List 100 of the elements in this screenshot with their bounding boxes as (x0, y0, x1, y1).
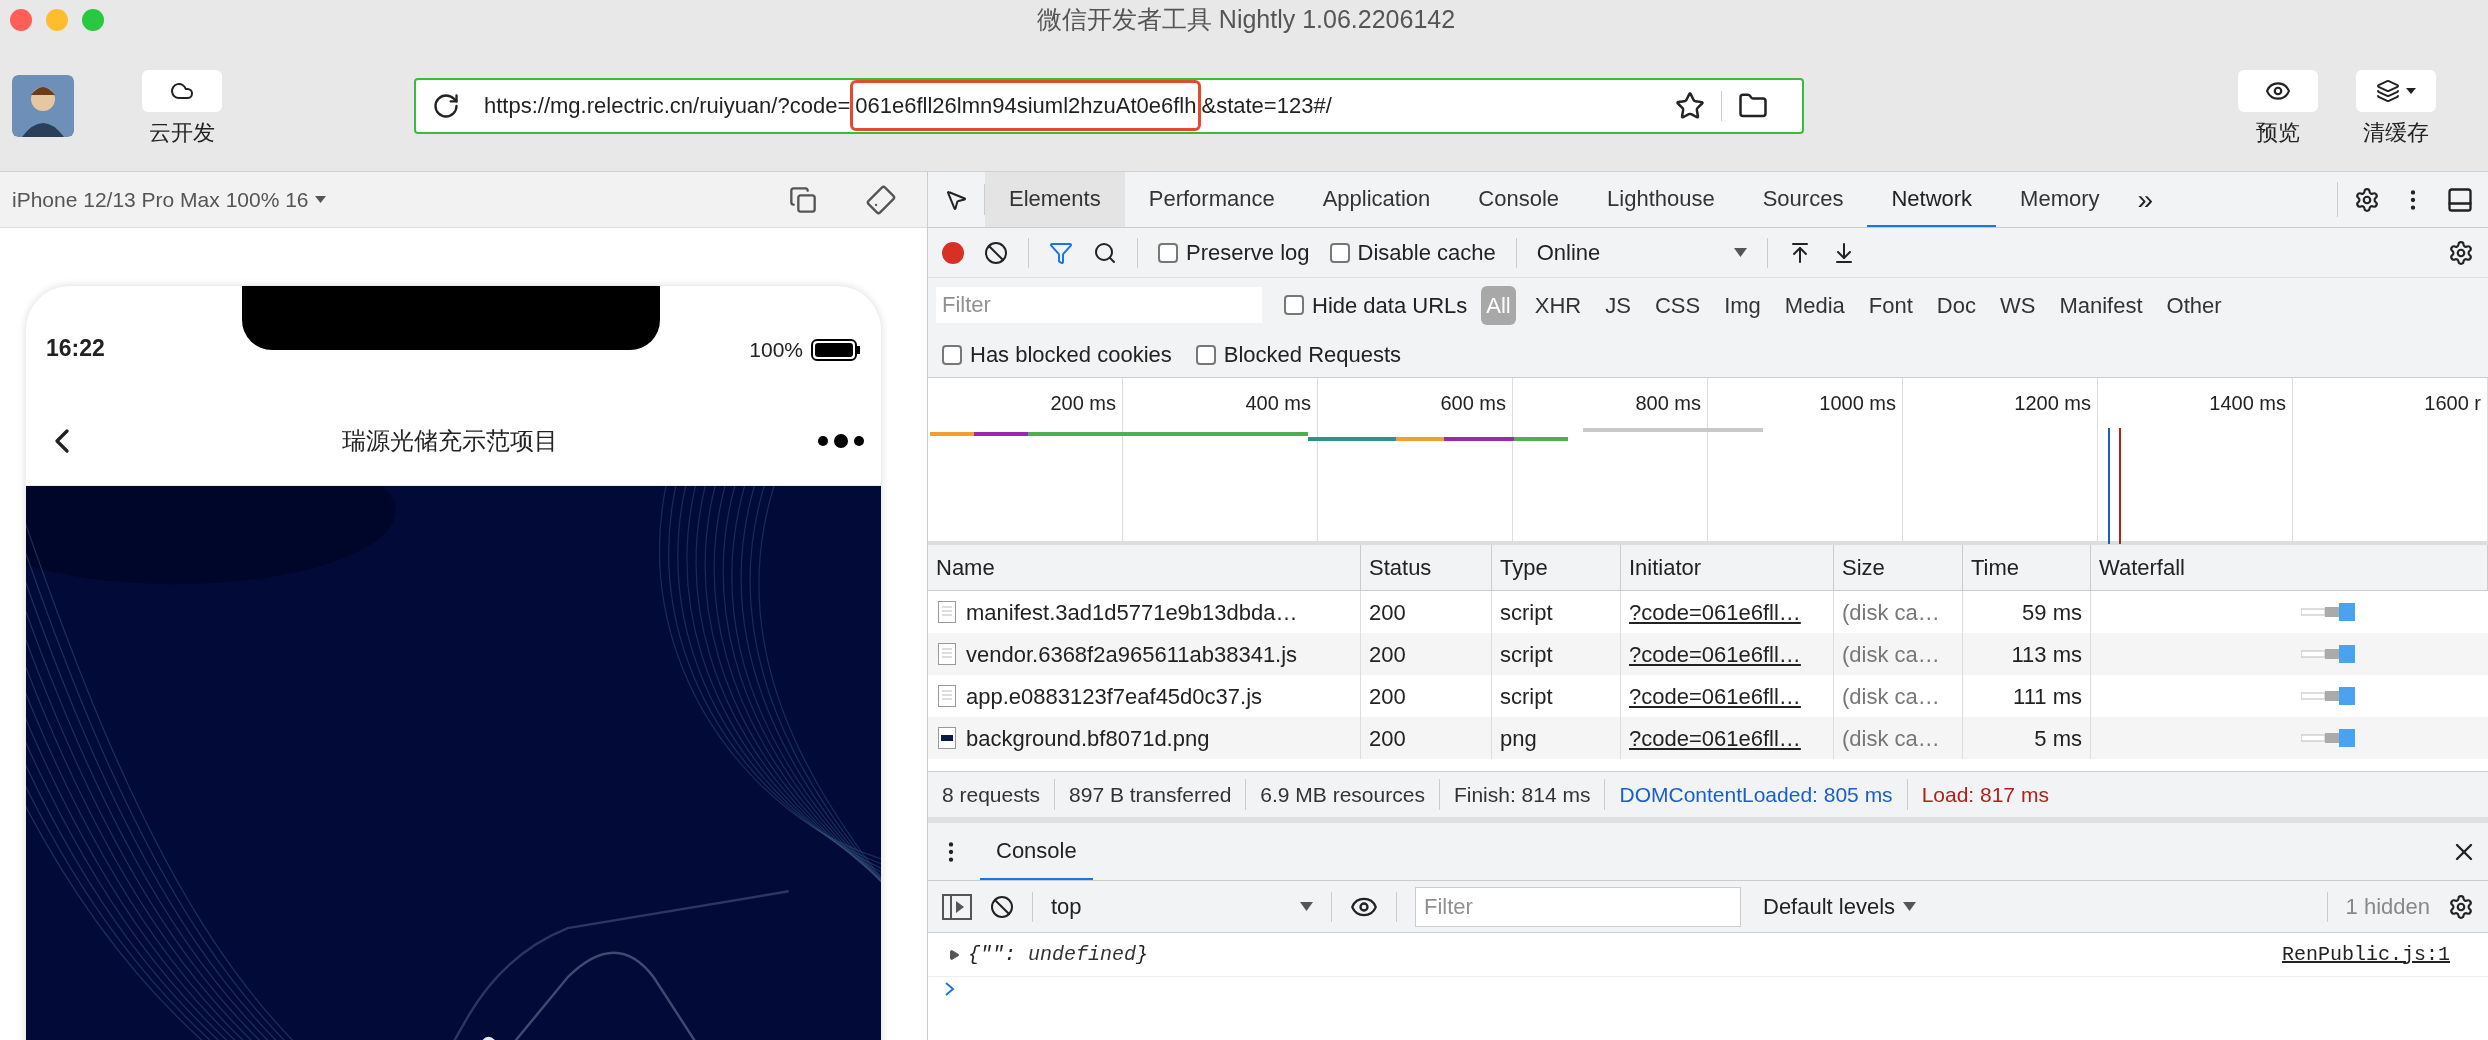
status-cell-text: 200 (1369, 682, 1406, 711)
record-icon[interactable] (942, 241, 964, 264)
file-icon (938, 643, 956, 665)
type-cell-text: script (1500, 598, 1553, 627)
option-checkbox[interactable]: Preserve log (1158, 236, 1310, 269)
settings-icon[interactable] (2448, 239, 2474, 266)
type-filter[interactable]: Font (1863, 285, 1918, 325)
column-header[interactable]: Type (1500, 551, 1548, 584)
more-tabs-icon[interactable]: » (2123, 172, 2168, 227)
console-message: {"": undefined} (968, 941, 1149, 968)
summary-text: Load: 817 ms (1920, 781, 2050, 808)
clear-cache-button[interactable] (2356, 70, 2436, 112)
time-tick: 1400 ms (2209, 391, 2286, 416)
time-tick: 1600 r (2424, 391, 2481, 416)
window-icon[interactable] (789, 185, 817, 214)
devtools-tab[interactable]: Performance (1124, 172, 1299, 227)
type-filter[interactable]: Manifest (2054, 285, 2148, 325)
column-header[interactable]: Time (1971, 551, 2020, 584)
size-cell-text: (disk ca… (1842, 640, 1940, 669)
search-icon[interactable] (1093, 240, 1117, 265)
column-header[interactable]: Waterfall (2099, 551, 2185, 584)
type-filter[interactable]: Doc (1931, 285, 1981, 325)
option-checkbox[interactable]: Disable cache (1329, 236, 1496, 269)
time-tick: 600 ms (1440, 391, 1506, 416)
initiator-link[interactable]: ?code=061e6fll… (1629, 679, 1801, 713)
source-link[interactable]: RenPublic.js:1 (2281, 939, 2450, 970)
throttling-select[interactable]: Online (1536, 236, 1747, 269)
option-checkbox[interactable]: Has blocked cookies (942, 338, 1172, 371)
avatar-icon[interactable] (12, 74, 74, 137)
size-cell-text: (disk ca… (1842, 682, 1940, 711)
request-name[interactable]: vendor.6368f2a965611ab38341.js (966, 637, 1298, 671)
initiator-link[interactable]: ?code=061e6fll… (1629, 595, 1801, 629)
image-file-icon (938, 727, 956, 749)
initiator-link[interactable]: ?code=061e6fll… (1629, 637, 1801, 671)
checkbox[interactable] (1158, 242, 1178, 263)
cloud-label: 云开发 (149, 119, 215, 147)
devtools-tab[interactable]: Memory (1996, 172, 2124, 227)
checkbox[interactable] (1329, 242, 1350, 263)
time-tick: 400 ms (1245, 391, 1311, 416)
url-field[interactable]: https://mg.relectric.cn/ruiyuan/?code= 061e6fll26lmn94siuml2hzuAt0e6flh &state=123#/ (414, 77, 1804, 134)
option-checkbox[interactable]: Blocked Requests (1195, 338, 1402, 371)
type-filter[interactable]: CSS (1649, 285, 1706, 325)
battery-icon (811, 339, 861, 361)
star-icon[interactable] (1675, 90, 1705, 121)
file-icon (938, 685, 956, 707)
more-icon[interactable] (817, 432, 865, 449)
clear-icon[interactable] (984, 240, 1008, 265)
console-filter-field[interactable]: Filter (1415, 886, 1741, 927)
checkbox[interactable] (1284, 295, 1304, 315)
summary-text: Finish: 814 ms (1439, 778, 1606, 811)
devtools-tab[interactable]: Application (1298, 172, 1455, 227)
settings-icon[interactable] (2354, 186, 2380, 213)
status-cell-text: 200 (1369, 724, 1406, 753)
column-header[interactable]: Status (1369, 551, 1432, 584)
request-name[interactable]: app.e0883123f7eaf45d0c37.js (966, 679, 1263, 713)
devtools-tab[interactable]: Sources (1738, 172, 1868, 227)
filter-icon[interactable] (1049, 240, 1073, 265)
column-header[interactable]: Size (1842, 551, 1885, 584)
type-filter[interactable]: XHR (1529, 285, 1587, 325)
type-cell-text: png (1500, 724, 1537, 753)
type-filter[interactable]: JS (1600, 285, 1636, 325)
clear-icon[interactable] (990, 894, 1014, 919)
column-header[interactable]: Name (936, 551, 995, 584)
context-select[interactable]: top (1051, 890, 1313, 923)
type-filter[interactable]: Other (2161, 285, 2227, 325)
type-filter[interactable]: Media (1779, 285, 1850, 325)
preview-button[interactable] (2238, 70, 2318, 112)
devtools-tab[interactable]: Elements (985, 172, 1125, 227)
option-checkbox[interactable]: Hide data URLs (1284, 288, 1468, 322)
type-filter[interactable]: Img (1719, 285, 1766, 325)
devtools-tab[interactable]: Lighthouse (1583, 172, 1739, 227)
file-icon (938, 601, 956, 623)
device-selector[interactable]: iPhone 12/13 Pro Max 100% 16 (12, 183, 326, 216)
request-name[interactable]: background.bf8071d.png (966, 721, 1210, 755)
sidebar-toggle-icon[interactable] (942, 893, 972, 920)
expand-icon[interactable] (948, 948, 960, 961)
size-cell-text: (disk ca… (1842, 598, 1940, 627)
initiator-link[interactable]: ?code=061e6fll… (1629, 721, 1801, 755)
caret-icon (1903, 902, 1917, 911)
size-cell-text: (disk ca… (1842, 724, 1940, 753)
prompt-icon[interactable] (944, 981, 956, 997)
column-header[interactable]: Initiator (1629, 551, 1702, 584)
caret-icon (1300, 902, 1313, 911)
time-cell-text: 5 ms (2034, 724, 2082, 753)
time-tick: 200 ms (1050, 391, 1116, 416)
type-filter[interactable]: WS (1994, 285, 2041, 325)
summary-text: 897 B transferred (1055, 778, 1247, 811)
devtools-tab[interactable]: Console (1454, 172, 1584, 227)
caret-icon (2406, 88, 2416, 94)
status-cell-text: 200 (1369, 640, 1406, 669)
request-name[interactable]: manifest.3ad1d5771e9b13dbda… (966, 595, 1298, 629)
dock-icon[interactable] (2446, 185, 2474, 214)
filter-field[interactable]: Filter (936, 287, 1262, 323)
time-cell-text: 113 ms (2011, 640, 2082, 669)
cloud-button[interactable] (142, 70, 222, 112)
levels-select[interactable]: Default levels (1763, 890, 1917, 923)
checkbox[interactable] (942, 344, 962, 365)
reload-icon[interactable] (432, 91, 460, 120)
settings-icon[interactable] (2448, 893, 2474, 920)
checkbox[interactable] (1195, 344, 1216, 365)
